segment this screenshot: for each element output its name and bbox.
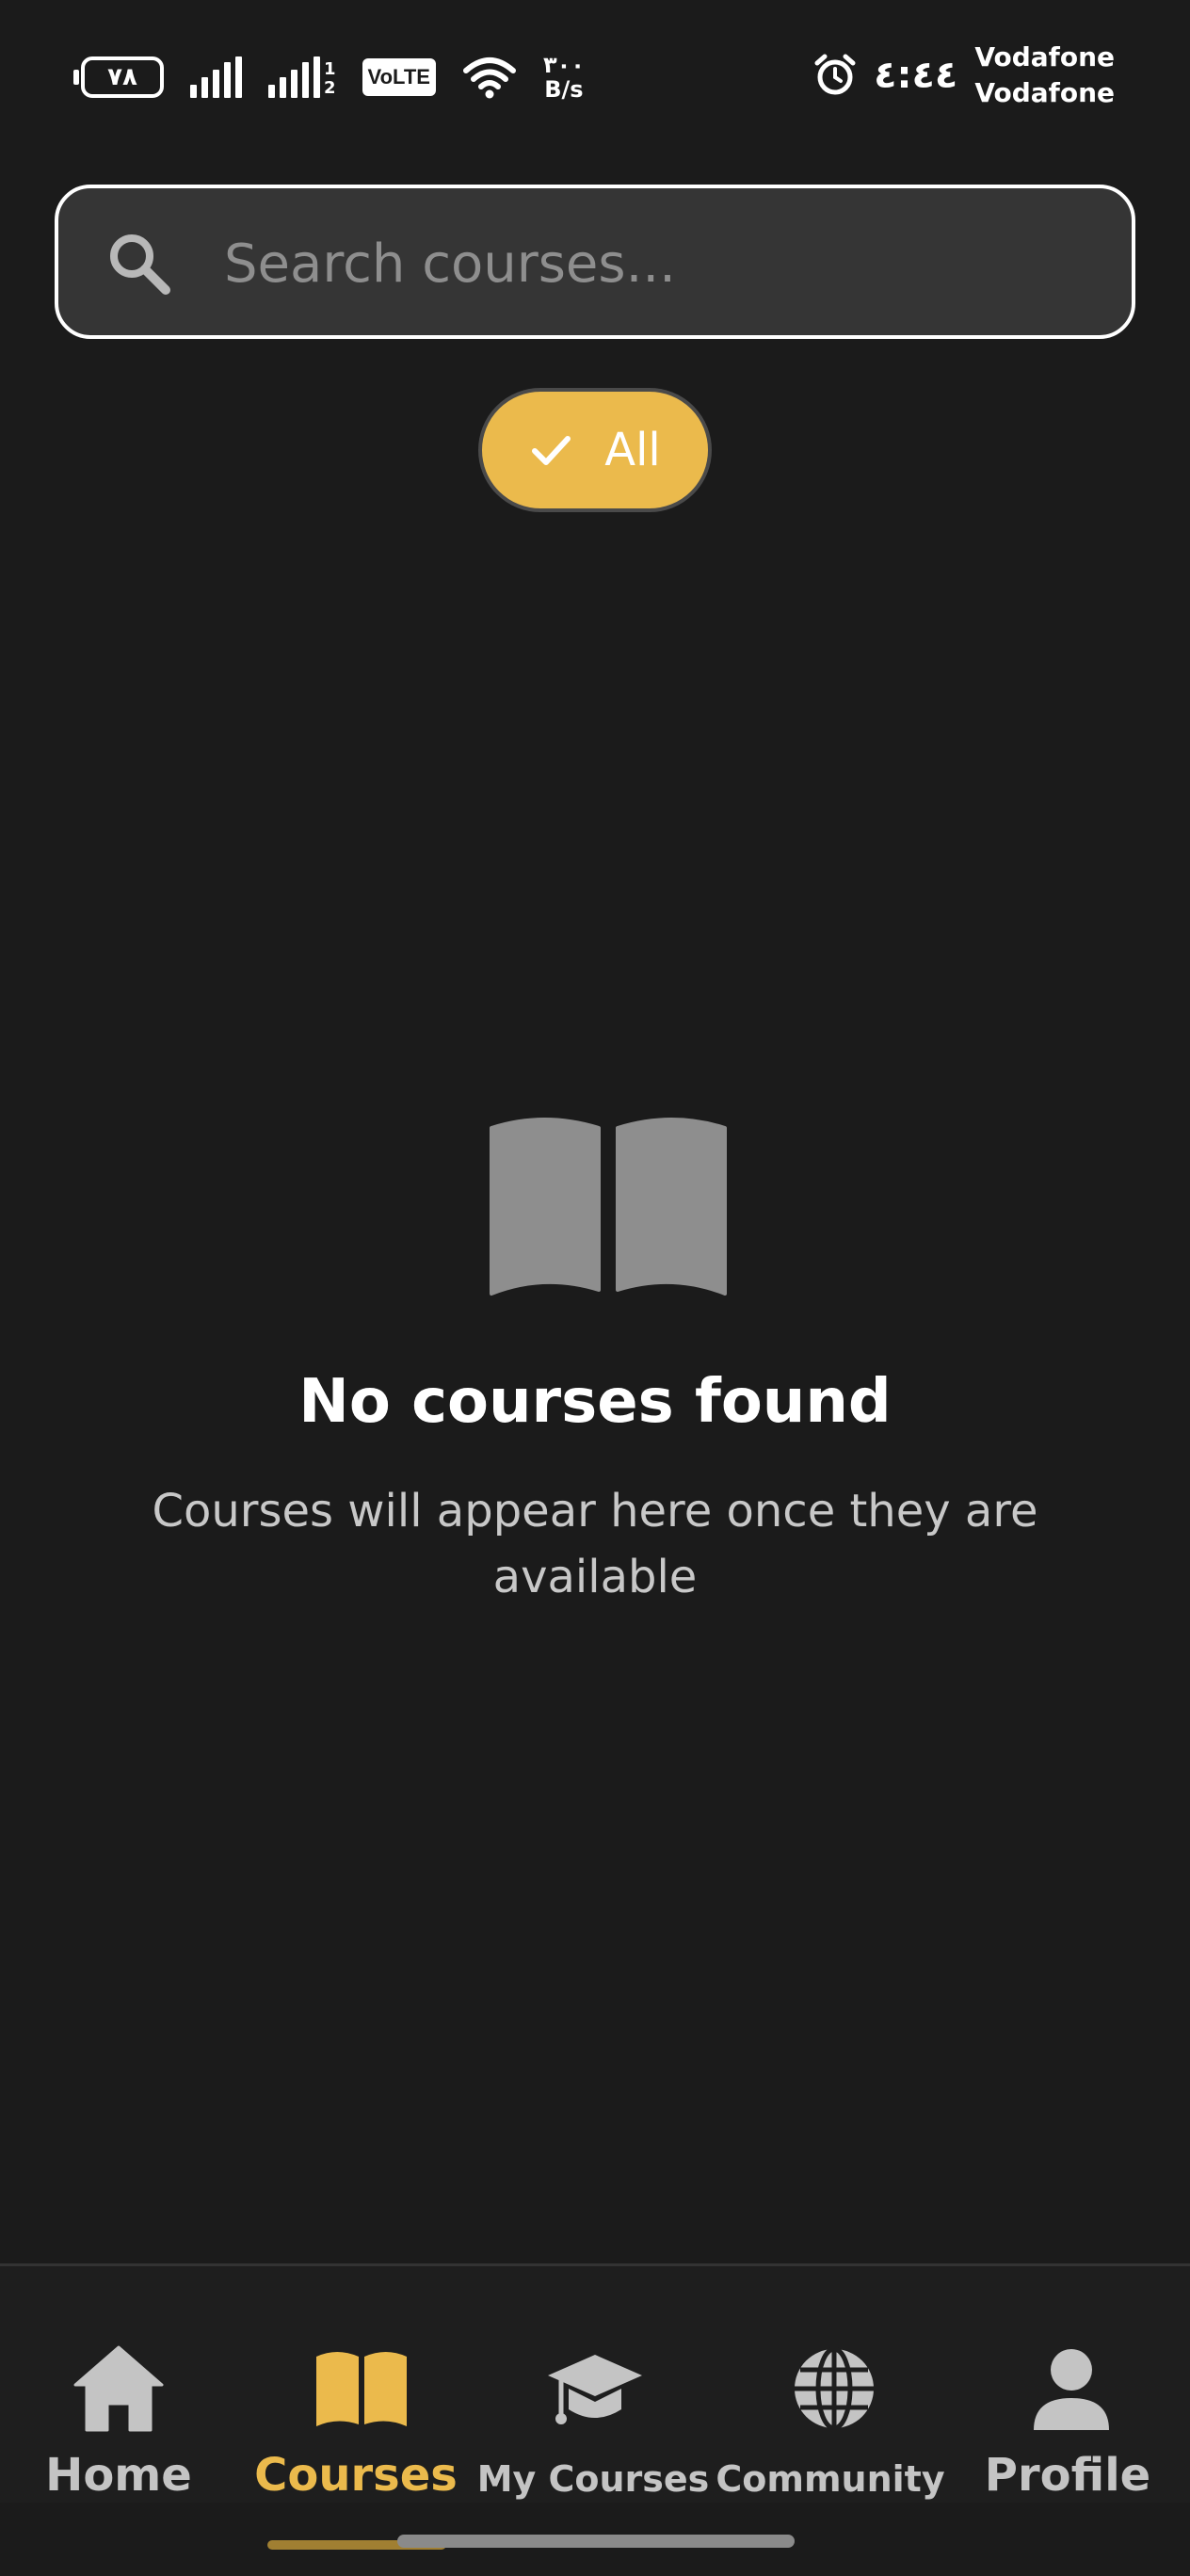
nav-label-my-courses: My Courses [476,2458,710,2500]
nav-label-courses: Courses [254,2449,458,2502]
network-speed-value: ٣٠٠ [542,52,585,78]
network-speed-unit: B/s [544,76,584,103]
nav-label-community: Community [716,2458,945,2500]
home-icon [73,2345,164,2432]
carrier-names: Vodafone Vodafone [974,40,1115,111]
book-icon [490,1118,727,1296]
nav-label-home: Home [45,2449,192,2502]
search-icon [110,234,170,295]
graduation-cap-icon [548,2355,642,2424]
empty-state-title: No courses found [298,1367,892,1437]
carrier-1: Vodafone [974,41,1115,72]
status-left-icons: ٧٨ 1 2 VoLTE ٣٠٠ B/s [73,49,585,105]
globe-icon [795,2346,874,2431]
clock-time: ٤:٤٤ [874,54,958,97]
status-right: ٤:٤٤ Vodafone Vodafone [813,40,1115,111]
person-icon [1034,2349,1109,2430]
battery-icon: ٧٨ [73,56,164,98]
check-icon [532,436,571,465]
battery-level: ٧٨ [107,63,137,91]
signal-sim2-group: 1 2 [268,56,336,98]
filter-chip-all[interactable]: All [478,388,712,512]
home-indicator[interactable] [397,2535,795,2548]
nav-item-home[interactable]: Home [0,2266,237,2505]
sim-label-1: 1 [324,59,336,79]
empty-state-subtitle: Courses will appear here once they are a… [152,1485,1038,1603]
sim-label-2: 2 [324,78,336,98]
bottom-navigation: Home Courses My Courses Community Profil… [0,2263,1190,2503]
book-icon [316,2352,407,2426]
filter-chip-label: All [604,424,661,476]
search-input[interactable] [224,217,1071,311]
carrier-2: Vodafone [974,77,1115,108]
status-bar: ٧٨ 1 2 VoLTE ٣٠٠ B/s ٤:٤٤ Vodafone Vodaf… [0,0,1190,151]
signal-sim1-icon [190,56,242,98]
nav-item-my-courses[interactable]: My Courses [474,2266,712,2505]
alarm-icon [814,54,856,95]
nav-item-courses[interactable]: Courses [237,2266,474,2505]
network-speed: ٣٠٠ B/s [543,53,585,102]
search-bar[interactable] [55,185,1135,339]
nav-item-profile[interactable]: Profile [949,2266,1186,2505]
volte-badge: VoLTE [362,58,436,96]
signal-sim2-icon [268,56,320,98]
nav-label-profile: Profile [984,2449,1151,2502]
courses-screen: ٧٨ 1 2 VoLTE ٣٠٠ B/s ٤:٤٤ Vodafone Vodaf… [0,0,1190,2576]
wifi-icon [462,57,516,99]
sim-labels: 1 2 [324,60,336,98]
nav-item-community[interactable]: Community [712,2266,949,2505]
